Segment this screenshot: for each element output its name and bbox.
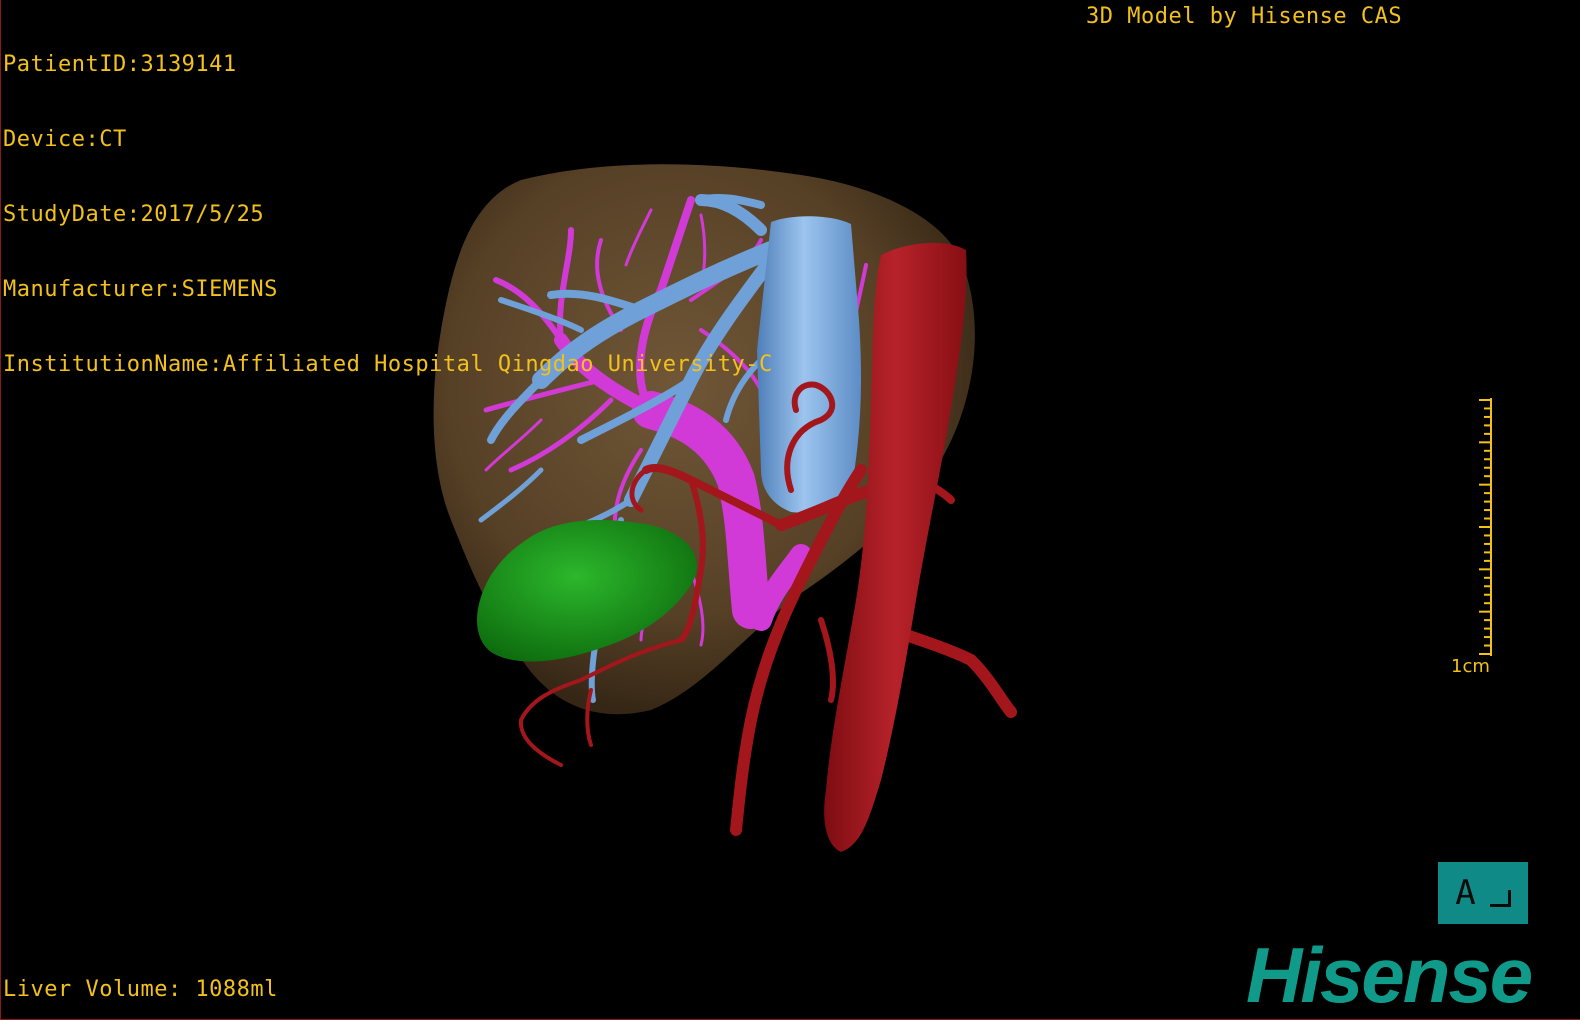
scale-ticks xyxy=(1479,399,1491,655)
orientation-corner-icon xyxy=(1489,889,1511,907)
institution-text: InstitutionName:Affiliated Hospital Qing… xyxy=(3,352,773,377)
3d-viewport[interactable]: PatientID:3139141 Device:CT StudyDate:20… xyxy=(0,0,1580,1020)
manufacturer-text: Manufacturer:SIEMENS xyxy=(3,277,278,302)
scale-bar xyxy=(1479,398,1492,656)
patient-id-text: PatientID:3139141 xyxy=(3,52,237,77)
orientation-cube[interactable]: A xyxy=(1438,862,1528,924)
patient-info-panel: PatientID:3139141 Device:CT StudyDate:20… xyxy=(3,2,773,427)
orientation-letter: A xyxy=(1455,873,1476,913)
scale-label: 1cm xyxy=(1451,656,1490,677)
model-credit-text: 3D Model by Hisense CAS xyxy=(1086,4,1403,29)
liver-volume-text: Liver Volume: 1088ml xyxy=(3,977,278,1002)
study-date-text: StudyDate:2017/5/25 xyxy=(3,202,265,227)
brand-logo: Hisense xyxy=(1246,931,1533,1019)
device-text: Device:CT xyxy=(3,127,127,152)
